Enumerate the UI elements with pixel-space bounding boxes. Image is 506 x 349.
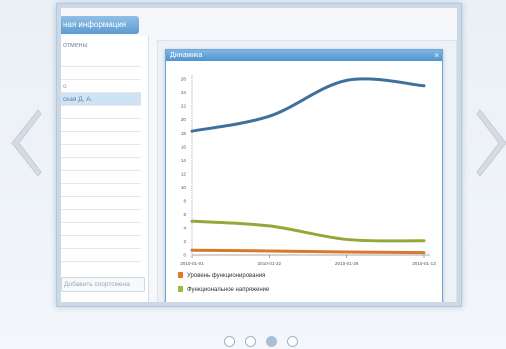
pagination-dot-4[interactable] bbox=[287, 336, 298, 347]
y-tick-label: 24 bbox=[181, 90, 187, 95]
list-item[interactable] bbox=[61, 184, 141, 197]
panel-header: отмены bbox=[63, 42, 88, 49]
list-item[interactable] bbox=[61, 119, 141, 132]
list-item[interactable] bbox=[61, 158, 141, 171]
list-item[interactable] bbox=[61, 197, 141, 210]
dynamics-dialog: Динамика × 0 2 4 6 8 10 12 14 16 18 20 22 24 26 2010-0… bbox=[165, 49, 443, 302]
legend-swatch bbox=[178, 272, 183, 278]
y-tick-label: 16 bbox=[181, 144, 187, 149]
chevron-right-icon bbox=[476, 109, 506, 177]
pagination-dot-2[interactable] bbox=[245, 336, 256, 347]
legend-swatch bbox=[178, 286, 183, 292]
list-item[interactable] bbox=[61, 223, 141, 236]
list-item[interactable] bbox=[61, 67, 141, 80]
dynamics-chart: 0 2 4 6 8 10 12 14 16 18 20 22 24 26 2010-01-01 2010-01… bbox=[166, 61, 442, 302]
carousel-slide: ная информация отмены о ская Д. А. Добави… bbox=[56, 3, 462, 307]
add-athlete-button[interactable]: Добавить спортсмена bbox=[61, 277, 145, 292]
y-tick-label: 20 bbox=[181, 117, 187, 122]
carousel-prev-button[interactable] bbox=[8, 108, 42, 178]
list-item[interactable] bbox=[61, 145, 141, 158]
list-item[interactable] bbox=[61, 249, 141, 262]
x-tick-label: 2010-01-22 bbox=[258, 261, 282, 266]
y-tick-label: 4 bbox=[183, 226, 186, 231]
list-item[interactable] bbox=[61, 54, 141, 67]
y-tick-label: 6 bbox=[183, 212, 186, 217]
series-line-1 bbox=[190, 77, 426, 133]
series-line-3 bbox=[190, 248, 426, 255]
list-item[interactable] bbox=[61, 106, 141, 119]
x-tick-label: 2010-01-13 bbox=[412, 261, 436, 266]
slide-screenshot: ная информация отмены о ская Д. А. Добави… bbox=[61, 8, 457, 302]
pagination-dot-1[interactable] bbox=[224, 336, 235, 347]
series-line-2 bbox=[190, 219, 426, 243]
list-item[interactable]: ская Д. А. bbox=[61, 93, 141, 106]
y-tick-label: 2 bbox=[183, 239, 186, 244]
list-item[interactable] bbox=[61, 171, 141, 184]
pagination-dot-3[interactable] bbox=[266, 336, 277, 347]
y-tick-label: 10 bbox=[181, 185, 187, 190]
y-tick-label: 22 bbox=[181, 104, 187, 109]
legend-label: Функциональное напряжение bbox=[187, 287, 270, 293]
athlete-list: о ская Д. А. bbox=[61, 54, 141, 262]
y-tick-label: 18 bbox=[181, 131, 187, 136]
y-tick-label: 12 bbox=[181, 171, 187, 176]
list-item[interactable]: о bbox=[61, 80, 141, 93]
x-tick-label: 2010-01-01 bbox=[180, 261, 204, 266]
y-tick-label: 14 bbox=[181, 158, 187, 163]
list-item[interactable] bbox=[61, 236, 141, 249]
y-tick-label: 26 bbox=[181, 77, 187, 82]
legend-label: Уровень функционирования bbox=[187, 273, 265, 279]
carousel-next-button[interactable] bbox=[476, 108, 506, 178]
x-tick-label: 2010-01-28 bbox=[335, 261, 359, 266]
chart-svg: 024681012141618202224262010-01-01 2010-01… bbox=[178, 75, 436, 293]
chevron-left-icon bbox=[11, 109, 42, 177]
info-tab[interactable]: ная информация bbox=[61, 16, 139, 34]
dialog-title: Динамика bbox=[170, 52, 203, 59]
close-icon[interactable]: × bbox=[434, 50, 439, 61]
dialog-header: Динамика × bbox=[166, 50, 442, 61]
list-item[interactable] bbox=[61, 210, 141, 223]
y-tick-label: 0 bbox=[183, 253, 186, 258]
list-item[interactable] bbox=[61, 132, 141, 145]
y-tick-label: 8 bbox=[183, 198, 186, 203]
athletes-panel: отмены о ская Д. А. Добавить спортсмена bbox=[61, 36, 149, 302]
